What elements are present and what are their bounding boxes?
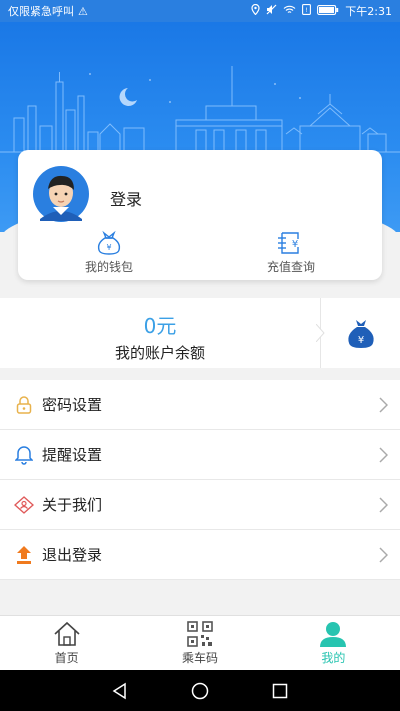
tab-label: 乘车码 — [181, 650, 218, 665]
menu-item-logout[interactable]: 退出登录 — [0, 530, 400, 580]
menu-label: 关于我们 — [42, 496, 103, 514]
qr-code-icon — [187, 620, 213, 647]
recents-icon[interactable] — [271, 682, 289, 700]
wallet-button[interactable]: ¥ 我的钱包 — [54, 230, 164, 276]
mute-icon — [266, 4, 277, 18]
lock-icon — [14, 395, 34, 415]
recharge-query-label: 充值查询 — [266, 260, 315, 274]
carrier-text: 仅限紧急呼叫 — [8, 5, 74, 18]
avatar[interactable] — [28, 165, 94, 223]
chevron-right-icon — [379, 397, 388, 413]
profile-card: 登录 ¥ 我的钱包 ¥ 充值查询 — [18, 150, 382, 280]
system-nav-bar — [0, 670, 400, 711]
menu-label: 提醒设置 — [42, 446, 103, 464]
back-icon[interactable] — [111, 682, 129, 700]
tab-label: 我的 — [321, 650, 346, 665]
chevron-right-icon — [379, 497, 388, 513]
home-circle-icon[interactable] — [191, 682, 209, 700]
recharge-icon: ¥ — [278, 232, 299, 254]
warning-icon: ⚠ — [78, 4, 88, 18]
balance-panel[interactable]: 0元 我的账户余额 ¥ — [0, 298, 400, 368]
wallet-icon: ¥ — [97, 230, 121, 255]
login-link[interactable]: 登录 — [110, 186, 142, 210]
bell-icon — [14, 445, 34, 465]
home-icon — [54, 621, 80, 646]
svg-text:!: ! — [306, 7, 308, 14]
wifi-icon — [283, 5, 296, 18]
status-time: 下午2:31 — [345, 5, 392, 18]
menu-item-reminder[interactable]: 提醒设置 — [0, 430, 400, 480]
svg-text:¥: ¥ — [106, 243, 111, 252]
tab-mine[interactable]: 我的 — [267, 616, 400, 670]
bottom-tab-bar: 首页 乘车码 我的 — [0, 615, 400, 670]
chevron-right-icon — [379, 447, 388, 463]
about-icon — [14, 495, 34, 515]
svg-text:¥: ¥ — [292, 239, 298, 250]
menu-item-about[interactable]: 关于我们 — [0, 480, 400, 530]
menu-label: 密码设置 — [42, 396, 103, 414]
tab-home[interactable]: 首页 — [0, 616, 133, 670]
balance-amount: 0元 — [143, 314, 177, 338]
sim-icon: ! — [302, 4, 312, 18]
menu-item-password[interactable]: 密码设置 — [0, 380, 400, 430]
tab-label: 首页 — [54, 650, 79, 665]
balance-label: 我的账户余额 — [114, 344, 205, 362]
money-bag-icon: ¥ — [348, 320, 374, 348]
location-icon — [251, 3, 260, 18]
logout-icon — [14, 545, 34, 565]
user-avatar-icon — [33, 166, 89, 222]
recharge-query-button[interactable]: ¥ 充值查询 — [236, 230, 346, 276]
person-icon — [320, 621, 347, 647]
menu-label: 退出登录 — [42, 546, 103, 564]
status-bar: 仅限紧急呼叫 ⚠ ! 下午2:31 — [0, 0, 400, 22]
svg-text:¥: ¥ — [358, 335, 364, 346]
divider-notch-icon — [316, 324, 325, 342]
tab-ride-code[interactable]: 乘车码 — [133, 616, 266, 670]
wallet-label: 我的钱包 — [84, 260, 133, 274]
settings-menu: 密码设置 提醒设置 关于我们 退出登录 — [0, 380, 400, 580]
battery-icon — [317, 4, 339, 18]
chevron-right-icon — [379, 547, 388, 563]
